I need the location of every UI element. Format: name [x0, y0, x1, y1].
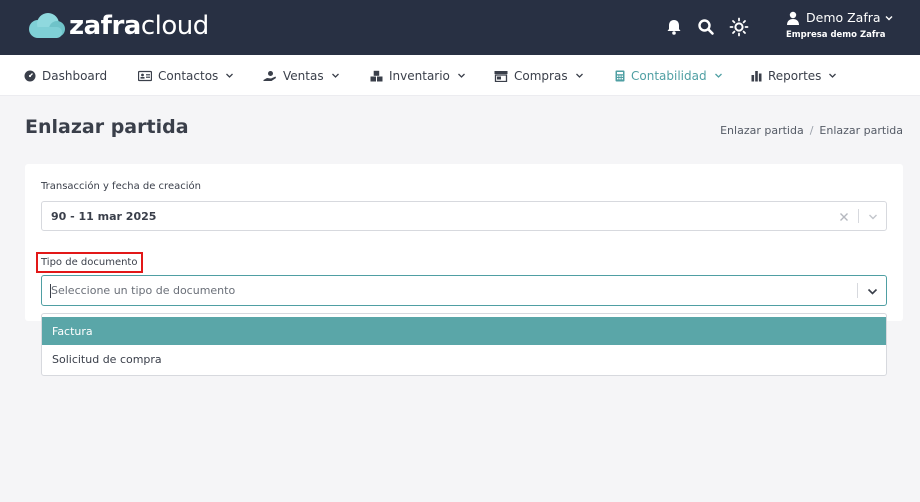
option-solicitud-de-compra[interactable]: Solicitud de compra: [42, 345, 886, 373]
nav-item-reportes[interactable]: Reportes: [751, 55, 837, 96]
nav-item-dashboard[interactable]: Dashboard: [24, 55, 107, 96]
chevron-down-icon[interactable]: [867, 286, 878, 297]
nav-item-ventas[interactable]: Ventas: [263, 55, 340, 96]
select-divider: [857, 283, 858, 298]
nav-label: Inventario: [389, 68, 450, 83]
hand-icon: [263, 70, 276, 81]
bar-chart-icon: [751, 70, 762, 81]
nav-item-compras[interactable]: Compras: [494, 55, 584, 96]
breadcrumb-separator: /: [809, 124, 814, 137]
sun-icon[interactable]: [729, 17, 749, 37]
chevron-down-icon: [885, 15, 893, 20]
cloud-logo-icon: [29, 13, 65, 38]
transaction-value: 90 - 11 mar 2025: [51, 209, 157, 223]
nav-label: Reportes: [768, 68, 822, 83]
nav-label: Dashboard: [42, 68, 108, 83]
nav-label: Ventas: [283, 68, 324, 83]
clear-icon[interactable]: [839, 212, 849, 222]
user-menu[interactable]: Demo Zafra Empresa demo Zafra: [786, 10, 916, 40]
chevron-down-icon[interactable]: [868, 212, 878, 222]
chevron-down-icon: [829, 73, 837, 78]
nav-label: Contactos: [158, 68, 219, 83]
chevron-down-icon: [331, 73, 339, 78]
chevron-down-icon: [714, 73, 722, 78]
zafracloud-logo[interactable]: zafracloud: [26, 10, 209, 42]
select-divider: [858, 209, 859, 223]
doc-type-dropdown-menu: Factura Solicitud de compra: [41, 313, 887, 376]
bell-icon[interactable]: [664, 17, 684, 37]
main-navigation: Dashboard Contactos Ventas Inventario Co…: [0, 55, 920, 96]
breadcrumb-item[interactable]: Enlazar partida: [720, 124, 804, 137]
option-factura[interactable]: Factura: [42, 317, 886, 345]
company-name: Empresa demo Zafra: [786, 30, 886, 40]
text-cursor: [50, 284, 51, 298]
chevron-down-icon: [226, 73, 234, 78]
transaction-select[interactable]: 90 - 11 mar 2025: [41, 201, 887, 231]
nav-item-inventario[interactable]: Inventario: [370, 55, 466, 96]
breadcrumb: Enlazar partida / Enlazar partida: [720, 124, 903, 137]
dashboard-icon: [24, 70, 36, 81]
address-card-icon: [138, 70, 152, 81]
calculator-icon: [615, 70, 625, 81]
nav-label: Compras: [514, 68, 568, 83]
user-icon: [787, 11, 799, 25]
nav-item-contabilidad[interactable]: Contabilidad: [615, 55, 723, 96]
doc-type-placeholder: Seleccione un tipo de documento: [51, 284, 236, 297]
doc-type-select[interactable]: Seleccione un tipo de documento: [41, 275, 887, 306]
breadcrumb-item-current: Enlazar partida: [819, 124, 903, 137]
transaction-label: Transacción y fecha de creación: [41, 181, 201, 192]
user-name: Demo Zafra: [806, 10, 881, 25]
nav-item-contactos[interactable]: Contactos: [138, 55, 234, 96]
search-icon[interactable]: [696, 17, 716, 37]
form-card: Transacción y fecha de creación 90 - 11 …: [25, 164, 903, 321]
page-title: Enlazar partida: [25, 116, 189, 138]
nav-label: Contabilidad: [631, 68, 707, 83]
chevron-down-icon: [575, 73, 583, 78]
top-bar: zafracloud Demo Zafra Empresa demo Zafra: [0, 0, 920, 55]
boxes-icon: [370, 70, 383, 81]
store-icon: [494, 70, 508, 82]
chevron-down-icon: [457, 73, 465, 78]
doc-type-label: Tipo de documento: [41, 257, 138, 268]
logo-text: zafracloud: [69, 11, 209, 41]
